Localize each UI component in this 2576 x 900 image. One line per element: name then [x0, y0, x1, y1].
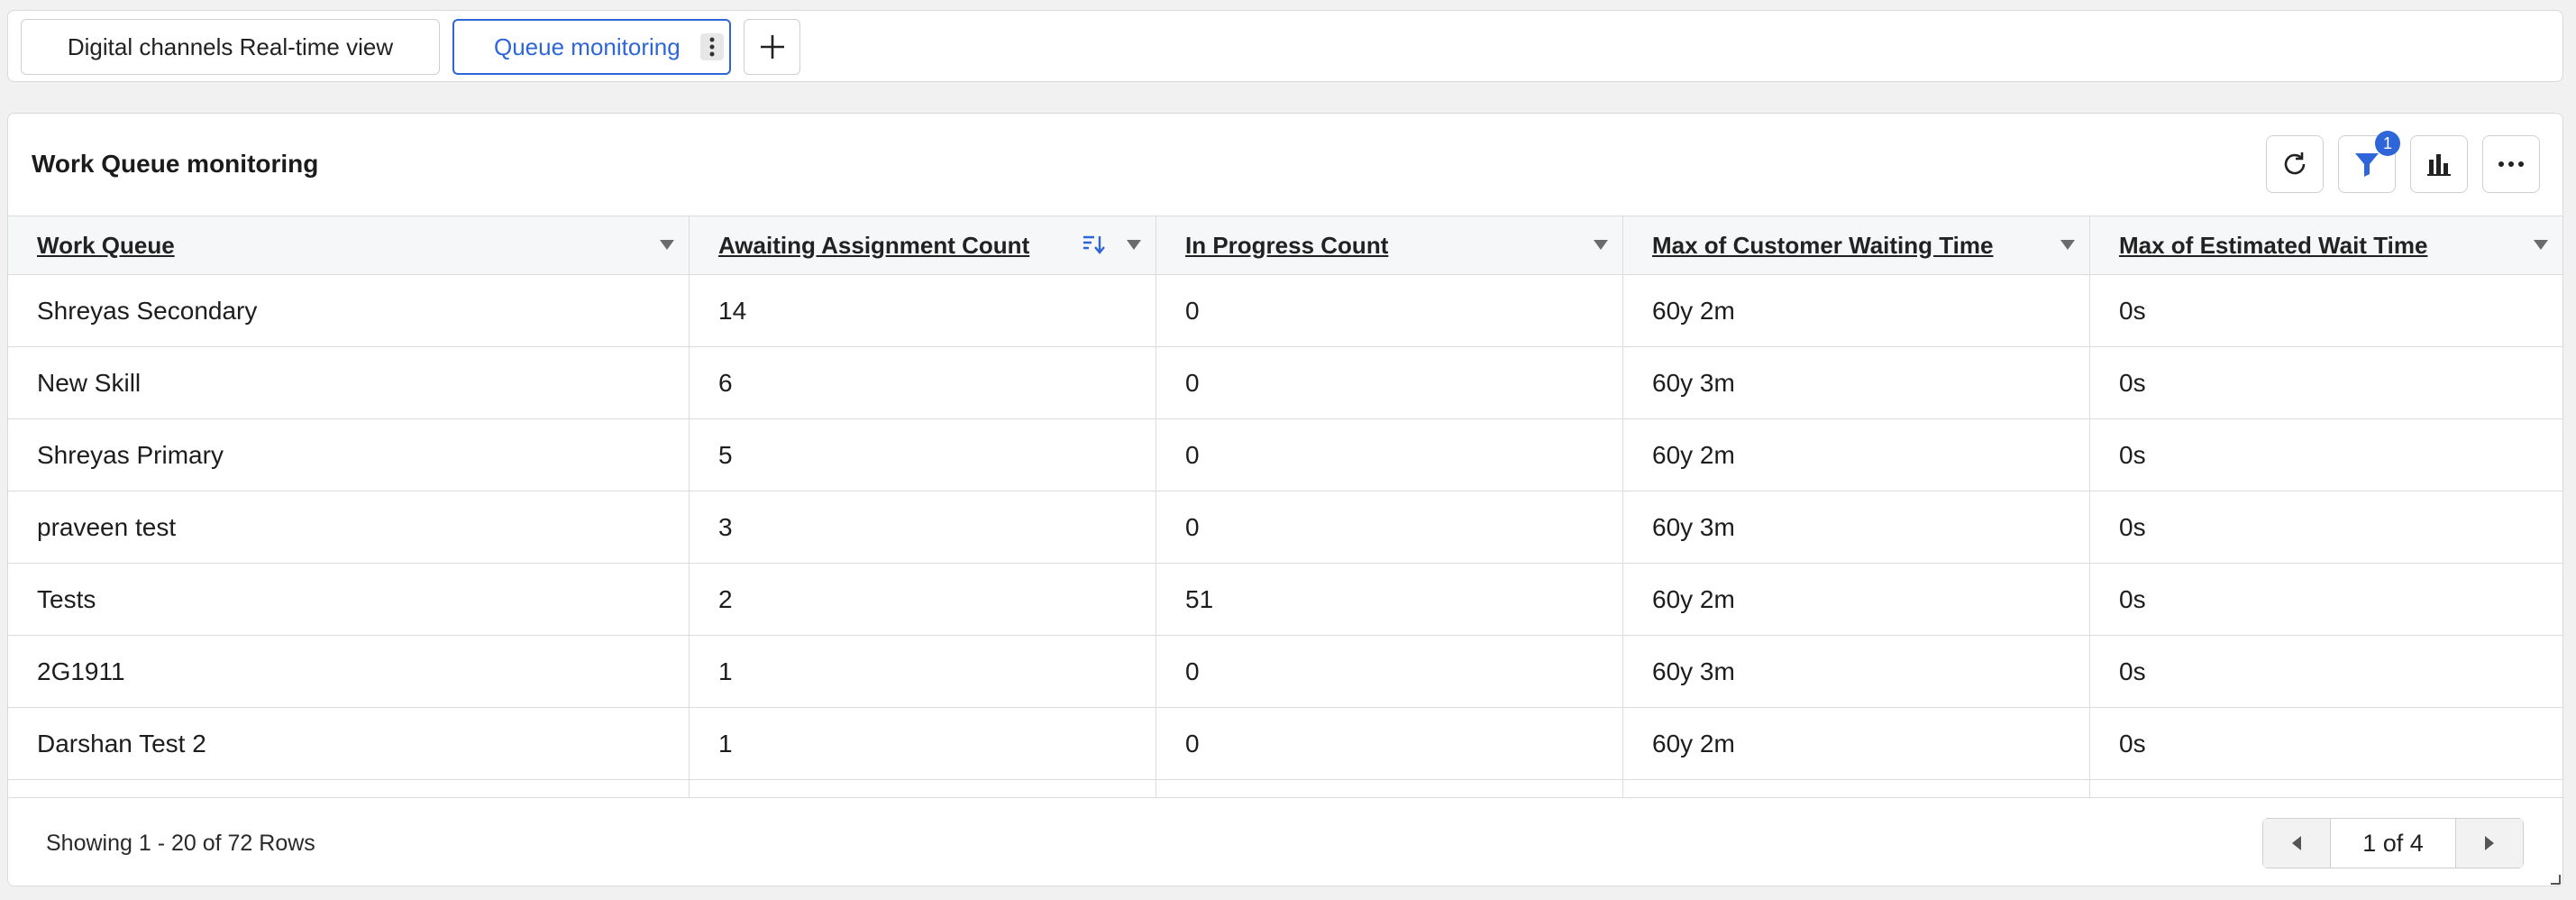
cell-in-progress-count: 0	[1156, 347, 1623, 418]
bar-chart-icon	[2427, 154, 2451, 176]
cell-customer-waiting-time: 60y 2m	[1623, 419, 2090, 491]
chevron-left-icon	[2292, 836, 2301, 850]
caret-down-icon[interactable]	[2534, 240, 2548, 250]
cell-in-progress-count: 0	[1156, 708, 1623, 779]
filter-count-badge: 1	[2375, 131, 2400, 156]
column-header-estimated-wait-time[interactable]: Max of Estimated Wait Time	[2090, 216, 2562, 274]
cell-awaiting-count: 14	[690, 275, 1156, 346]
cell-customer-waiting-time: 60y 2m	[1623, 564, 2090, 635]
refresh-button[interactable]	[2266, 135, 2324, 193]
column-label: Work Queue	[37, 231, 175, 259]
plus-icon	[760, 35, 784, 59]
cell-customer-waiting-time: 60y 3m	[1623, 491, 2090, 563]
cell-estimated-wait-time: 0s	[2119, 296, 2146, 325]
caret-down-icon[interactable]	[1127, 240, 1141, 250]
chart-view-button[interactable]	[2410, 135, 2468, 193]
cell-in-progress-count: 0	[1156, 636, 1623, 707]
work-queue-panel: Work Queue monitoring 1 Work Queue Await…	[7, 113, 2563, 886]
column-label: Awaiting Assignment Count	[718, 231, 1030, 259]
cell-estimated-wait-time: 0s	[2119, 584, 2146, 613]
table-row[interactable]: Darshan Test 2 1 0 60y 2m 0s	[8, 708, 2562, 780]
tab-queue-monitoring[interactable]: Queue monitoring	[452, 19, 731, 75]
panel-title: Work Queue monitoring	[32, 150, 319, 178]
cell-awaiting-count: 6	[690, 347, 1156, 418]
cell-work-queue: Tests	[8, 564, 690, 635]
tab-label: Queue monitoring	[494, 32, 681, 60]
more-vertical-icon[interactable]	[700, 33, 724, 60]
tab-bar: Digital channels Real-time view Queue mo…	[7, 10, 2563, 82]
sort-icon[interactable]	[1082, 234, 1105, 255]
next-page-button[interactable]	[2456, 819, 2523, 868]
add-tab-button[interactable]	[744, 19, 800, 75]
cell-in-progress-count: 0	[1156, 275, 1623, 346]
cell-awaiting-count: 1	[690, 708, 1156, 779]
column-header-customer-waiting-time[interactable]: Max of Customer Waiting Time	[1623, 216, 2090, 274]
refresh-icon	[2284, 152, 2306, 175]
chevron-right-icon	[2485, 836, 2494, 850]
column-label: Max of Estimated Wait Time	[2119, 231, 2428, 259]
previous-page-button[interactable]	[2263, 819, 2330, 868]
caret-down-icon[interactable]	[2060, 240, 2075, 250]
cell-in-progress-count: 51	[1156, 564, 1623, 635]
cell-awaiting-count: 3	[690, 491, 1156, 563]
cell-customer-waiting-time: 60y 3m	[1623, 347, 2090, 418]
cell-estimated-wait-time: 0s	[2119, 368, 2146, 397]
cell-customer-waiting-time: 60y 2m	[1623, 275, 2090, 346]
cell-work-queue: Shreyas Primary	[8, 419, 690, 491]
cell-estimated-wait-time: 0s	[2119, 512, 2146, 541]
table-row[interactable]: Shreyas Primary 5 0 60y 2m 0s	[8, 419, 2562, 491]
cell-in-progress-count: 0	[1156, 491, 1623, 563]
cell-customer-waiting-time: 60y 3m	[1623, 636, 2090, 707]
table-footer: Showing 1 - 20 of 72 Rows 1 of 4	[8, 797, 2562, 886]
column-header-in-progress[interactable]: In Progress Count	[1156, 216, 1623, 274]
cell-awaiting-count: 1	[690, 636, 1156, 707]
filter-button[interactable]: 1	[2338, 131, 2400, 193]
row-count-label: Showing 1 - 20 of 72 Rows	[46, 831, 315, 856]
table-row[interactable]: praveen test 3 0 60y 3m 0s	[8, 491, 2562, 564]
pagination: 1 of 4	[2262, 818, 2524, 868]
column-label: Max of Customer Waiting Time	[1652, 231, 1994, 259]
more-options-button[interactable]	[2482, 135, 2540, 193]
column-header-awaiting-assignment[interactable]: Awaiting Assignment Count	[690, 216, 1156, 274]
cell-estimated-wait-time: 0s	[2119, 729, 2146, 758]
table-header: Work Queue Awaiting Assignment Count In …	[8, 216, 2562, 275]
cell-in-progress-count: 0	[1156, 419, 1623, 491]
cell-customer-waiting-time: 60y 2m	[1623, 708, 2090, 779]
page-indicator: 1 of 4	[2330, 819, 2456, 868]
cell-work-queue: New Skill	[8, 347, 690, 418]
caret-down-icon[interactable]	[660, 240, 674, 250]
cell-awaiting-count: 2	[690, 564, 1156, 635]
cell-awaiting-count: 5	[690, 419, 1156, 491]
tab-label: Digital channels Real-time view	[67, 32, 394, 60]
cell-work-queue: praveen test	[8, 491, 690, 563]
table-row[interactable]: 2G1911 1 0 60y 3m 0s	[8, 636, 2562, 708]
resize-handle-icon[interactable]	[2548, 872, 2561, 885]
cell-work-queue: Shreyas Secondary	[8, 275, 690, 346]
filter-icon	[2355, 153, 2379, 177]
work-queue-table: Work Queue Awaiting Assignment Count In …	[8, 216, 2562, 852]
tab-digital-channels[interactable]: Digital channels Real-time view	[21, 19, 440, 75]
table-row[interactable]: Shreyas Secondary 14 0 60y 2m 0s	[8, 275, 2562, 347]
caret-down-icon[interactable]	[1594, 240, 1608, 250]
more-horizontal-icon	[2498, 161, 2524, 167]
cell-estimated-wait-time: 0s	[2119, 657, 2146, 685]
column-header-work-queue[interactable]: Work Queue	[8, 216, 690, 274]
table-row[interactable]: Tests 2 51 60y 2m 0s	[8, 564, 2562, 636]
column-label: In Progress Count	[1185, 231, 1389, 259]
cell-estimated-wait-time: 0s	[2119, 440, 2146, 469]
table-row[interactable]: New Skill 6 0 60y 3m 0s	[8, 347, 2562, 419]
cell-work-queue: 2G1911	[8, 636, 690, 707]
cell-work-queue: Darshan Test 2	[8, 708, 690, 779]
